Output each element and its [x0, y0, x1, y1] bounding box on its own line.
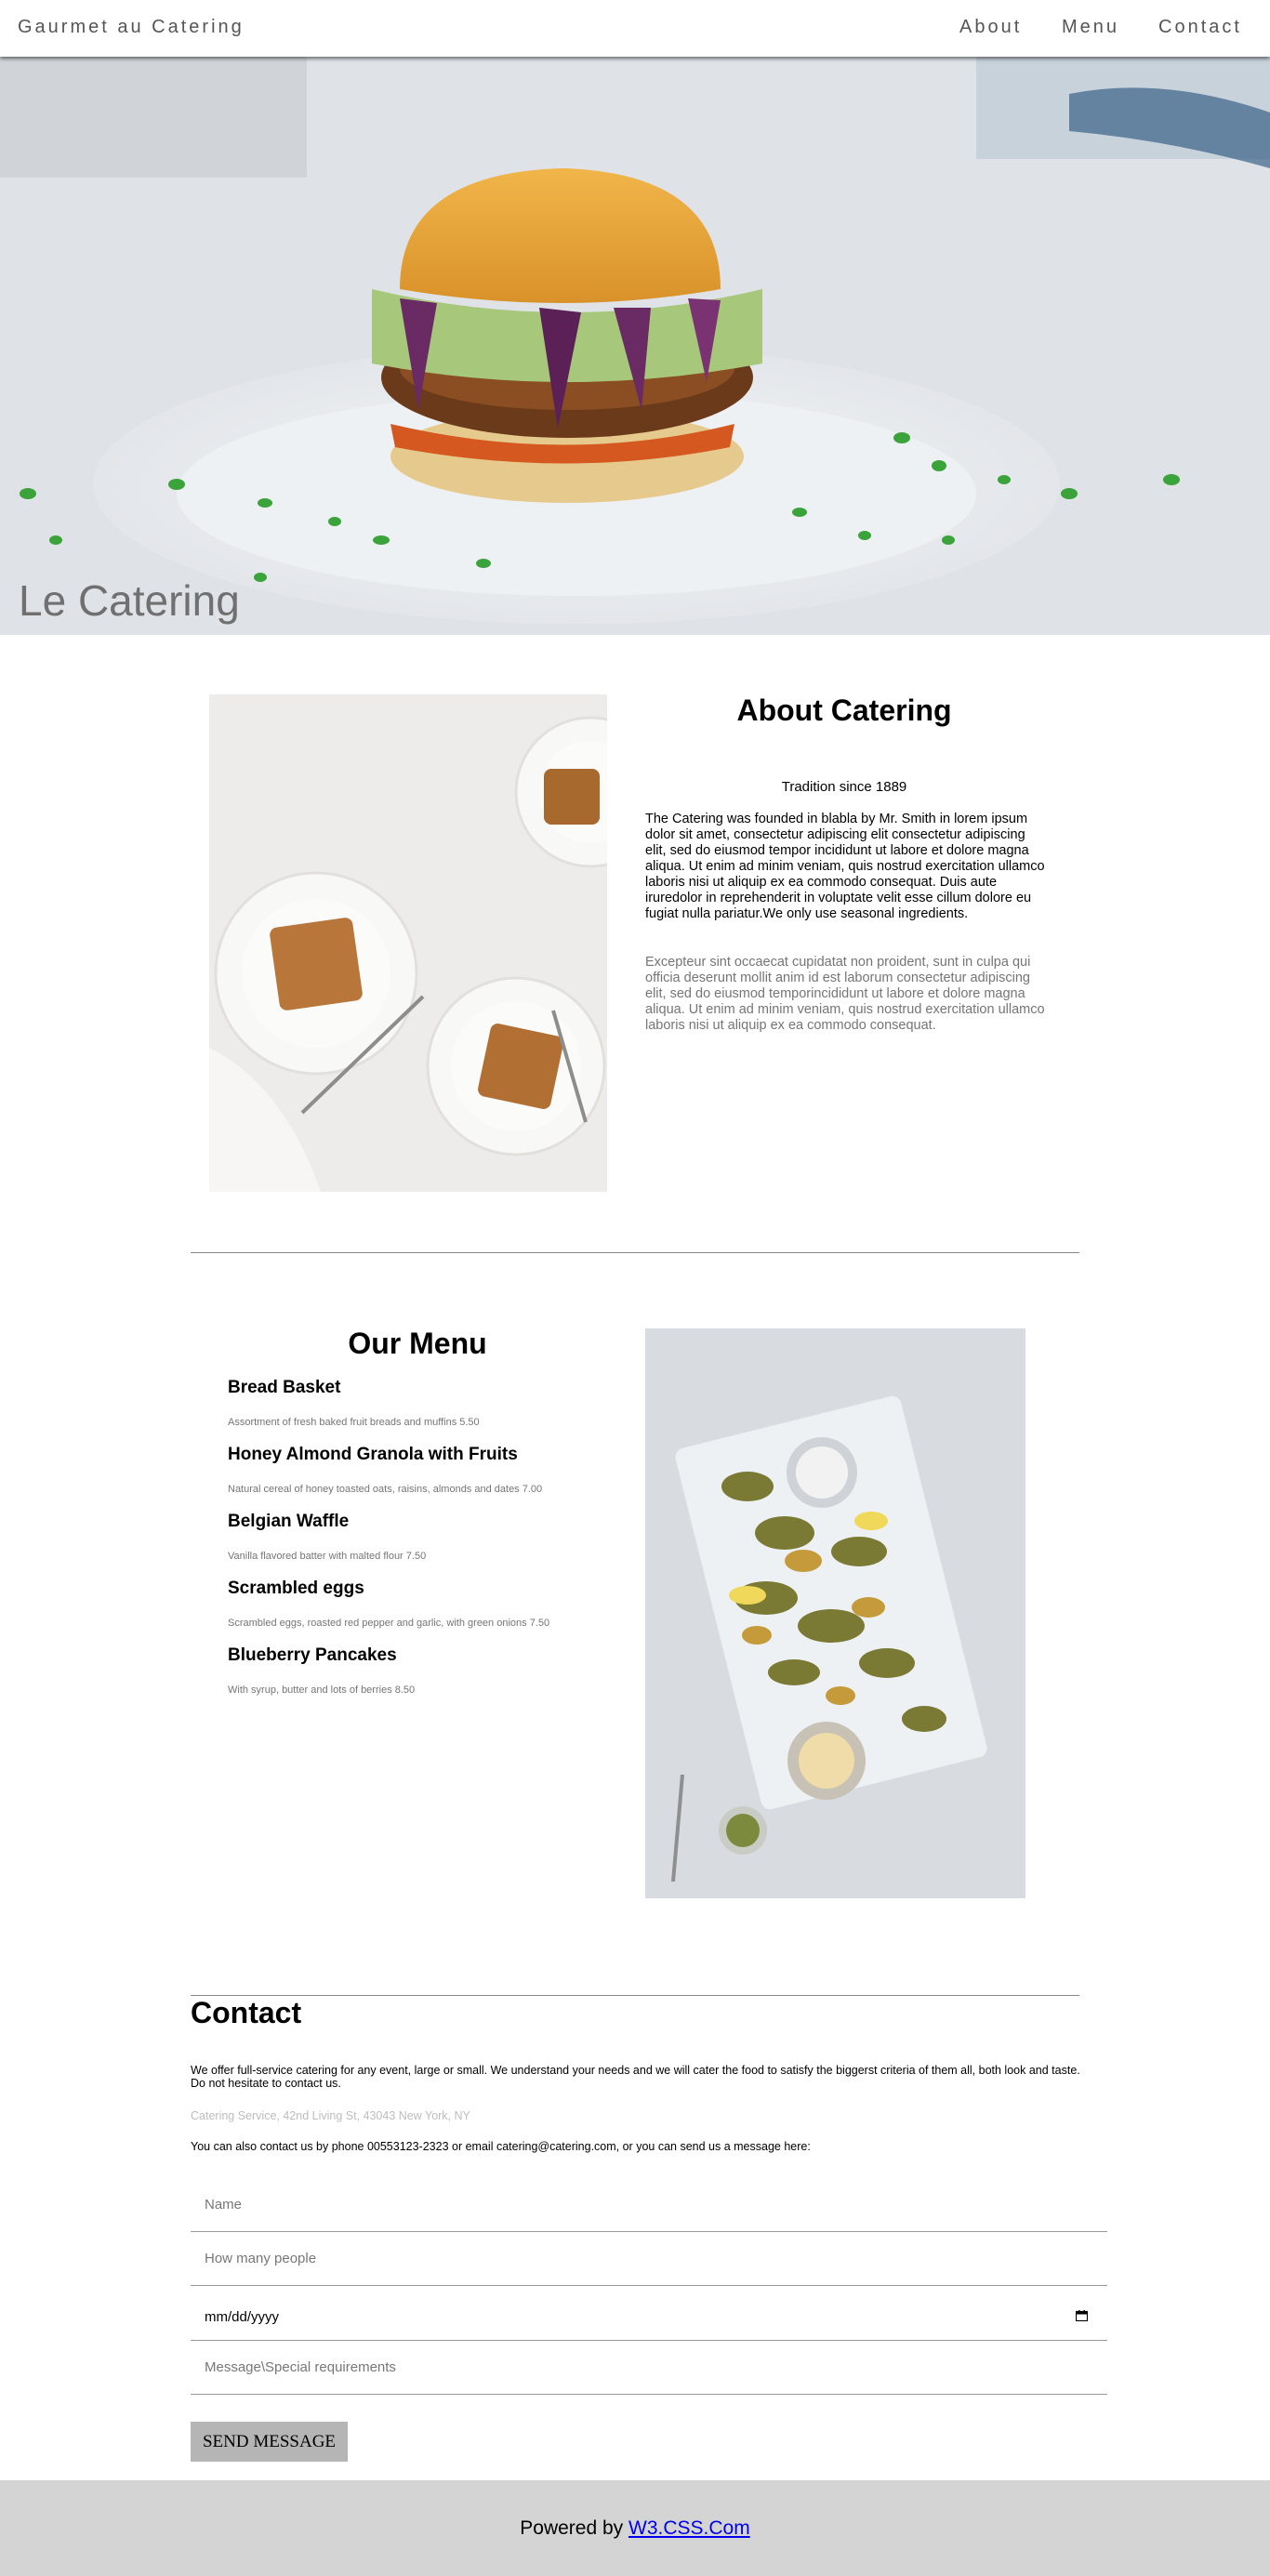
name-input[interactable] — [191, 2178, 1107, 2232]
section-divider — [191, 1995, 1079, 1996]
footer-text: Powered by W3.CSS.Com — [0, 2517, 1270, 2540]
hero-title: Le Catering — [19, 576, 240, 625]
menu-item-name: Scrambled eggs — [228, 1579, 364, 1598]
nav-link-menu[interactable]: Menu — [1062, 17, 1119, 38]
menu-food-photo — [645, 1328, 1025, 1898]
about-tagline: Tradition since 1889 — [781, 779, 907, 795]
menu-fried-vegetables-image — [645, 1328, 1025, 1898]
menu-item-name: Bread Basket — [228, 1378, 341, 1397]
nav-link-contact[interactable]: Contact — [1158, 17, 1242, 38]
calendar-icon[interactable] — [1076, 2310, 1088, 2321]
hero-burger-image — [0, 57, 1270, 635]
menu-item-description: Scrambled eggs, roasted red pepper and g… — [228, 1618, 550, 1629]
top-navigation-bar: Gaurmet au Catering About Menu Contact — [0, 0, 1270, 57]
contact-intro-text: We offer full-service catering for any e… — [191, 2064, 1080, 2090]
menu-item-name: Blueberry Pancakes — [228, 1645, 397, 1665]
message-input[interactable] — [191, 2341, 1107, 2395]
brand-link[interactable]: Gaurmet au Catering — [18, 17, 245, 38]
menu-item-name: Belgian Waffle — [228, 1512, 350, 1531]
section-divider — [191, 1252, 1079, 1253]
about-heading: About Catering — [736, 694, 952, 727]
about-food-photo — [209, 694, 607, 1192]
footer-powered-by-label: Powered by — [520, 2517, 629, 2539]
about-paragraph-1: The Catering was founded in blabla by Mr… — [645, 812, 1045, 921]
hero-banner: Le Catering — [0, 57, 1270, 635]
date-input[interactable] — [191, 2287, 1107, 2341]
footer-w3css-link[interactable]: W3.CSS.Com — [628, 2517, 750, 2539]
menu-item-name: Honey Almond Granola with Fruits — [228, 1445, 518, 1464]
contact-address-text: Catering Service, 42nd Living St, 43043 … — [191, 2109, 470, 2122]
people-count-input[interactable] — [191, 2232, 1107, 2286]
about-dessert-plates-image — [209, 694, 607, 1192]
menu-item-description: Natural cereal of honey toasted oats, ra… — [228, 1484, 543, 1495]
contact-reach-text: You can also contact us by phone 0055312… — [191, 2140, 811, 2153]
menu-item-description: With syrup, butter and lots of berries 8… — [228, 1684, 416, 1696]
menu-item-description: Vanilla flavored batter with malted flou… — [228, 1551, 427, 1562]
send-message-button[interactable]: SEND MESSAGE — [191, 2422, 348, 2462]
nav-link-about[interactable]: About — [959, 17, 1022, 38]
menu-heading: Our Menu — [348, 1327, 487, 1360]
contact-heading: Contact — [191, 1996, 302, 2029]
about-paragraph-2: Excepteur sint occaecat cupidatat non pr… — [645, 955, 1045, 1033]
footer: Powered by W3.CSS.Com — [0, 2480, 1270, 2576]
menu-item-description: Assortment of fresh baked fruit breads a… — [228, 1417, 480, 1428]
